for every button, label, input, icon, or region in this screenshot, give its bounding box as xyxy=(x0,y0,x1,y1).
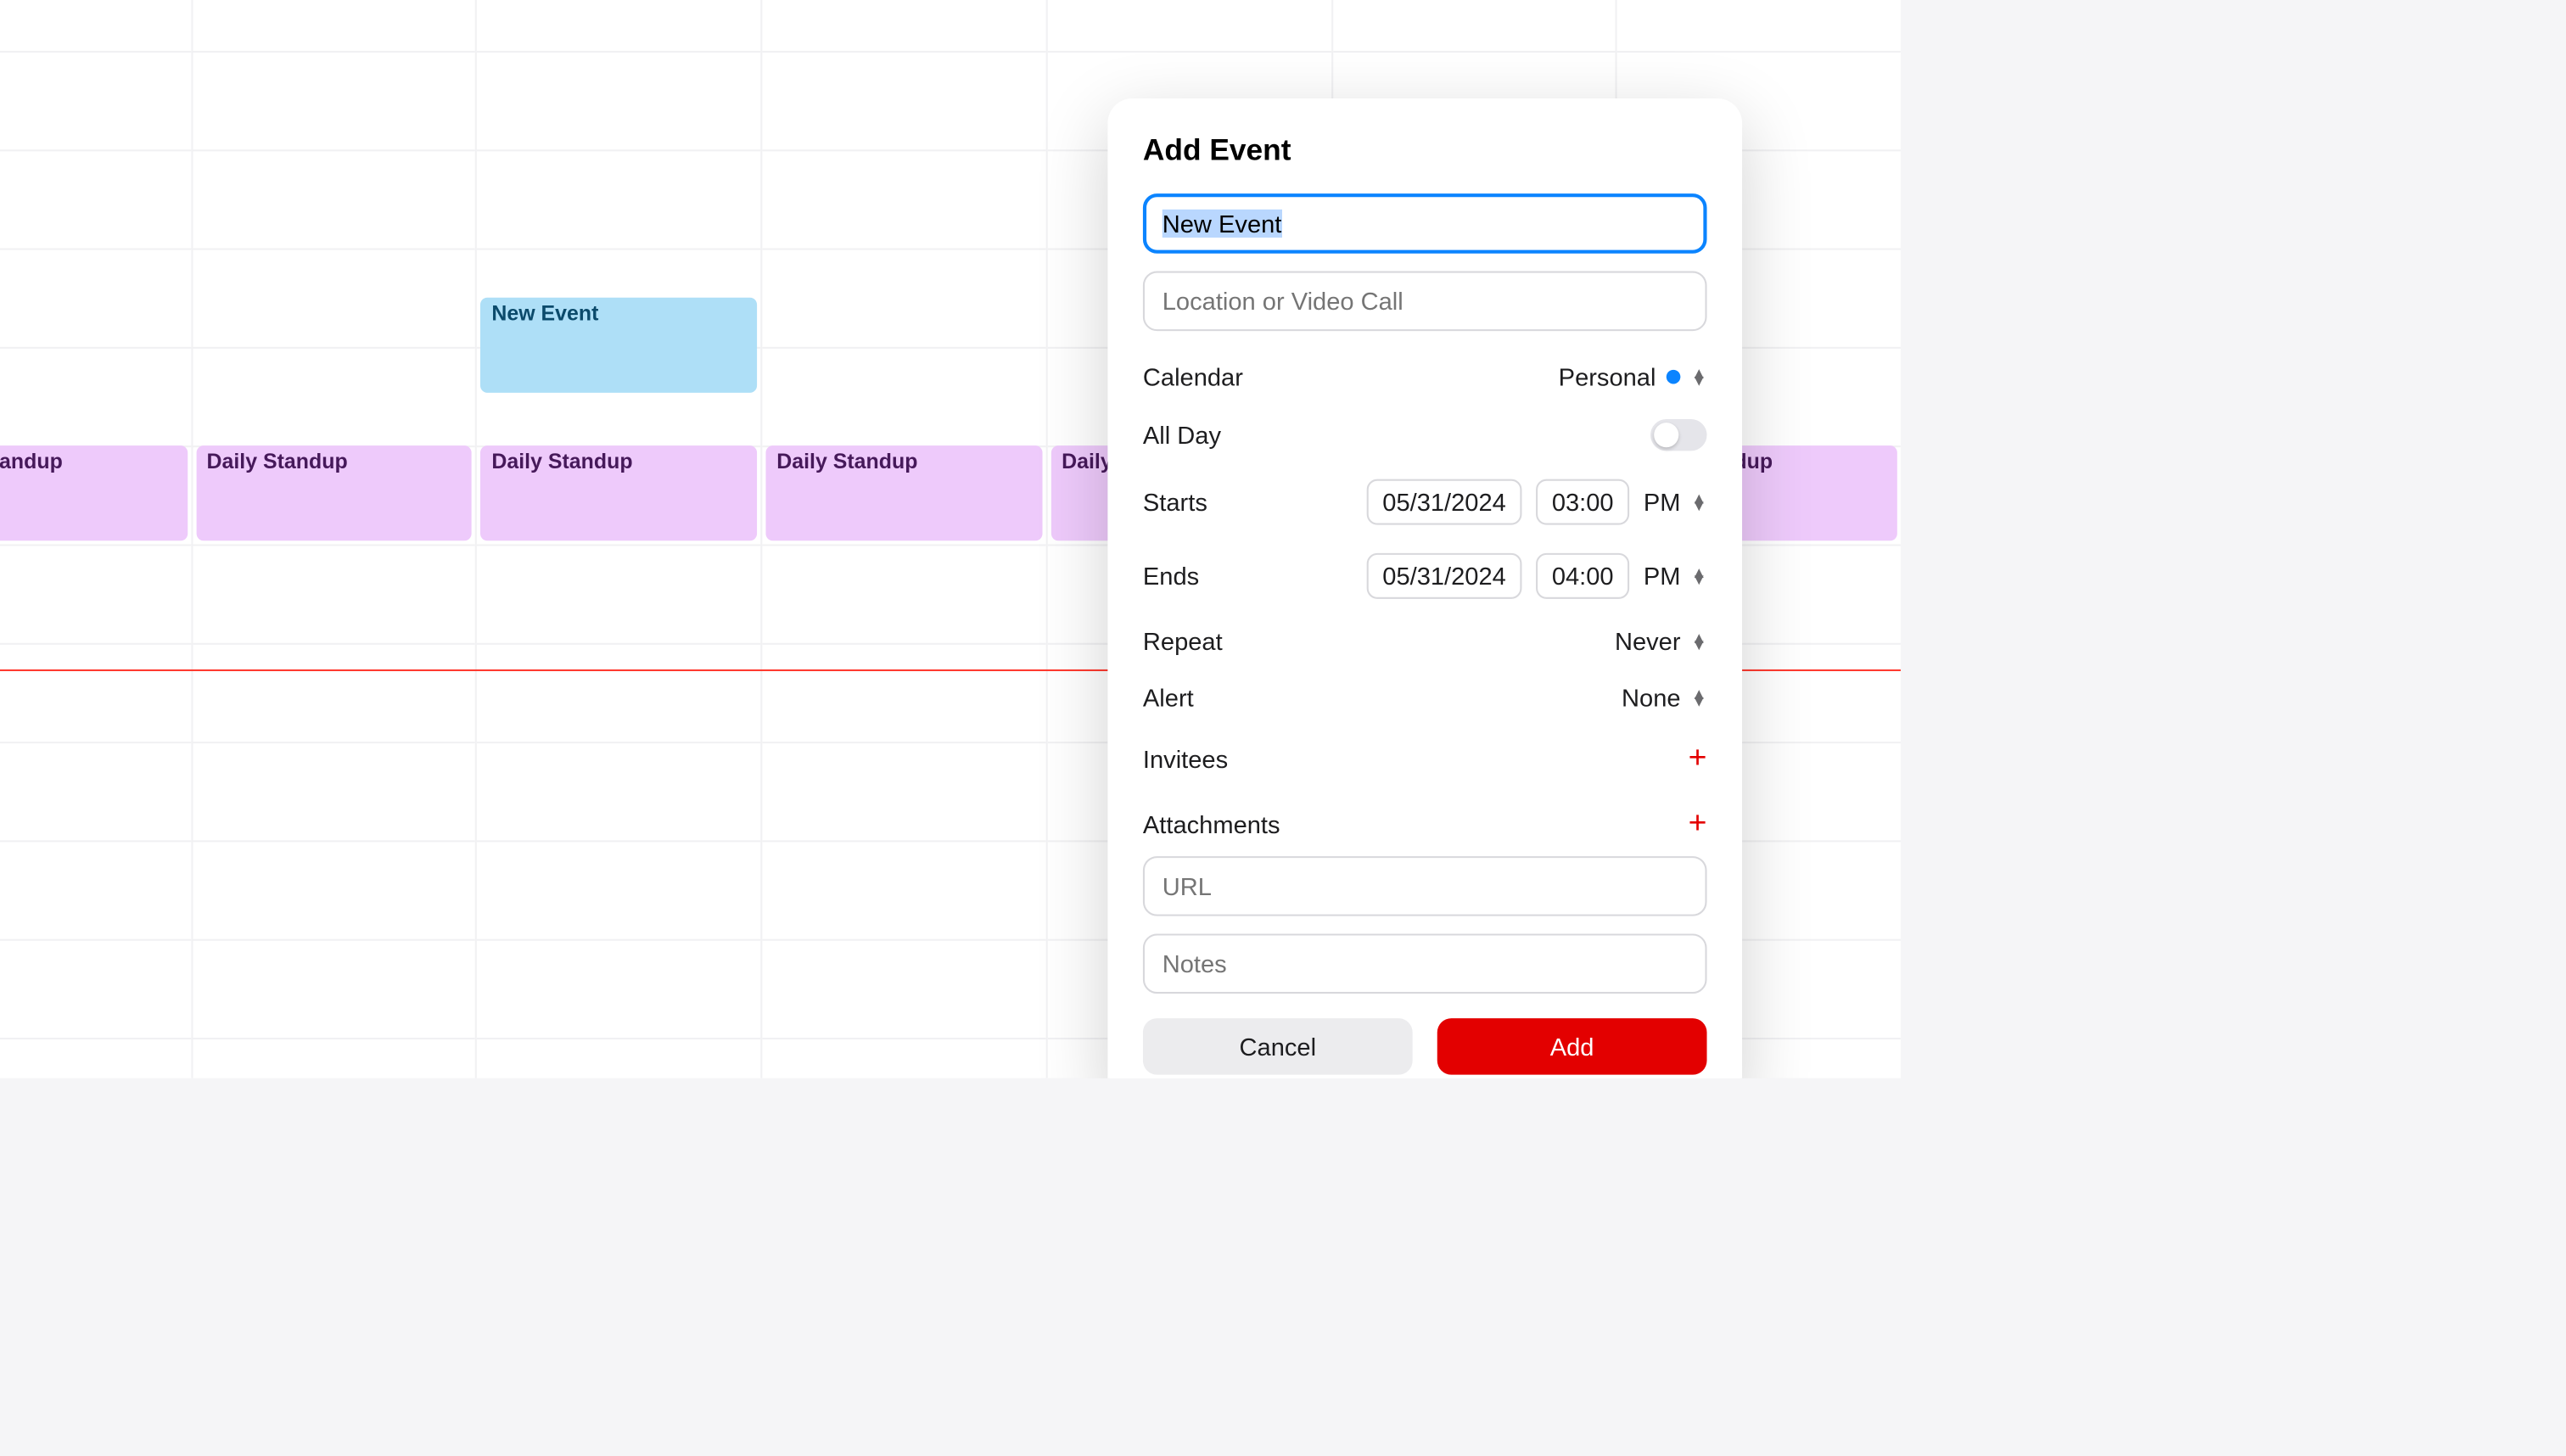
chevron-updown-icon: ▲▼ xyxy=(1691,691,1707,705)
add-attachment-button[interactable]: + xyxy=(1689,805,1707,843)
ends-ampm-value: PM xyxy=(1644,562,1681,590)
event-daily-standup[interactable]: Daily Standup xyxy=(766,445,1042,540)
add-invitee-button[interactable]: + xyxy=(1689,740,1707,777)
calendar-area: May2024 Day Week Month Today 26Sun 27Mon… xyxy=(0,0,1901,1078)
ends-time-input[interactable]: 04:00 xyxy=(1536,553,1629,599)
chevron-updown-icon: ▲▼ xyxy=(1691,569,1707,584)
repeat-value: Never xyxy=(1615,627,1681,655)
event-daily-standup[interactable]: Daily Standup xyxy=(196,445,472,540)
repeat-label: Repeat xyxy=(1143,627,1223,655)
invitees-label: Invitees xyxy=(1143,744,1228,772)
starts-ampm-value: PM xyxy=(1644,488,1681,516)
ends-ampm-select[interactable]: PM ▲▼ xyxy=(1644,562,1707,590)
starts-ampm-select[interactable]: PM ▲▼ xyxy=(1644,488,1707,516)
attachments-label: Attachments xyxy=(1143,809,1280,837)
day-column-sun[interactable]: Daily Standup xyxy=(0,0,191,1078)
chevron-updown-icon: ▲▼ xyxy=(1691,370,1707,384)
chevron-updown-icon: ▲▼ xyxy=(1691,634,1707,648)
day-column-tue[interactable]: Daily Standup New Event xyxy=(476,0,761,1078)
alert-value: None xyxy=(1622,684,1681,712)
allday-toggle[interactable] xyxy=(1650,419,1706,451)
event-name-input[interactable]: New Event xyxy=(1143,193,1707,254)
add-button[interactable]: Add xyxy=(1437,1018,1707,1074)
allday-field-label: All Day xyxy=(1143,421,1221,449)
chevron-updown-icon: ▲▼ xyxy=(1691,495,1707,509)
starts-time-input[interactable]: 03:00 xyxy=(1536,479,1629,525)
cancel-button[interactable]: Cancel xyxy=(1143,1018,1413,1074)
ends-date-input[interactable]: 05/31/2024 xyxy=(1367,553,1522,599)
calendar-select[interactable]: Personal ▲▼ xyxy=(1559,363,1707,391)
event-daily-standup[interactable]: Daily Standup xyxy=(481,445,757,540)
event-name-value: New Event xyxy=(1163,210,1282,238)
alert-select[interactable]: None ▲▼ xyxy=(1622,684,1707,712)
starts-date-input[interactable]: 05/31/2024 xyxy=(1367,479,1522,525)
event-daily-standup[interactable]: Daily Standup xyxy=(0,445,188,540)
ends-label: Ends xyxy=(1143,562,1199,590)
url-input[interactable] xyxy=(1143,856,1707,916)
starts-label: Starts xyxy=(1143,488,1207,516)
calendar-select-value: Personal xyxy=(1559,363,1656,391)
event-new-tue[interactable]: New Event xyxy=(481,298,757,393)
calendar-field-label: Calendar xyxy=(1143,363,1243,391)
notes-input[interactable] xyxy=(1143,933,1707,994)
alert-label: Alert xyxy=(1143,684,1194,712)
repeat-select[interactable]: Never ▲▼ xyxy=(1615,627,1707,655)
add-event-popover: Add Event New Event Calendar Personal ▲▼… xyxy=(1107,98,1742,1078)
event-location-input[interactable] xyxy=(1143,272,1707,332)
popover-title: Add Event xyxy=(1143,134,1707,170)
day-column-wed[interactable]: Daily Standup xyxy=(761,0,1046,1078)
calendar-color-dot-icon xyxy=(1667,370,1681,384)
day-column-mon[interactable]: Daily Standup xyxy=(191,0,476,1078)
